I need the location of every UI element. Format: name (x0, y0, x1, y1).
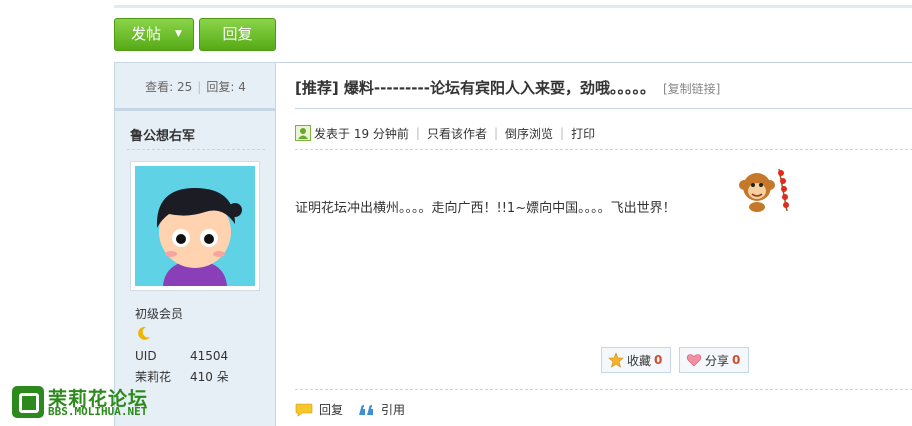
favorite-button[interactable]: 收藏 0 (601, 347, 671, 373)
post-button[interactable]: 发帖 ▼ (114, 18, 194, 51)
top-divider (114, 0, 912, 8)
avatar-image (135, 166, 255, 286)
footer-reply-link[interactable]: 回复 (295, 401, 343, 418)
post-button-label: 发帖 (131, 25, 162, 43)
heart-icon (686, 354, 702, 367)
moon-icon (138, 326, 150, 340)
replies-count: 4 (238, 80, 246, 94)
reverse-order-link[interactable]: 倒序浏览 (505, 125, 553, 142)
site-logo: 茉莉花论坛 BBS.MOLIHUA.NET (12, 384, 162, 420)
star-icon (608, 352, 624, 368)
replies-label: 回复: (206, 80, 235, 94)
logo-domain-text: BBS.MOLIHUA.NET (48, 405, 148, 418)
reply-bubble-icon (295, 403, 313, 417)
views-label: 查看: (145, 80, 174, 94)
post-main: [推荐] 爆料---------论坛有宾阳人入来耍，劲哦。。。。。 [复制链接] … (277, 63, 912, 426)
meta-separator: | (493, 126, 499, 140)
info-row-uid: UID 41504 (135, 349, 228, 363)
thread-title-row: [推荐] 爆料---------论坛有宾阳人入来耍，劲哦。。。。。 [复制链接] (295, 77, 720, 98)
logo-mark (12, 386, 44, 418)
only-author-link[interactable]: 只看该作者 (427, 125, 487, 142)
post-meta: 发表于 19 分钟前 | 只看该作者 | 倒序浏览 | 打印 (295, 125, 595, 141)
share-label: 分享 (705, 353, 730, 368)
post-container: 查看: 25 | 回复: 4 鲁公想右军 初级会员 UID 41504 茉莉花 … (114, 62, 912, 426)
author-divider (127, 149, 265, 150)
posted-time: 发表于 19 分钟前 (314, 126, 409, 141)
favorite-label: 收藏 (627, 353, 652, 368)
meta-divider (295, 149, 912, 150)
favorite-count: 0 (654, 353, 663, 367)
print-link[interactable]: 打印 (571, 125, 595, 142)
info-key: 茉莉花 (135, 370, 172, 384)
avatar[interactable] (130, 161, 260, 291)
meta-separator: | (560, 126, 565, 140)
reply-button[interactable]: 回复 (199, 18, 276, 51)
info-key: UID (135, 349, 157, 363)
thread-title: [推荐] 爆料---------论坛有宾阳人入来耍，劲哦。。。。。 (295, 79, 655, 97)
author-name[interactable]: 鲁公想右军 (130, 125, 195, 144)
monkey-emoticon (739, 168, 789, 212)
author-sidebar: 查看: 25 | 回复: 4 鲁公想右军 初级会员 UID 41504 茉莉花 … (115, 63, 276, 426)
share-button[interactable]: 分享 0 (679, 347, 749, 373)
info-value: 41504 (190, 349, 229, 363)
copy-link-button[interactable]: [复制链接] (663, 82, 720, 96)
quote-link[interactable]: 引用 (357, 401, 405, 418)
member-rank: 初级会员 (135, 307, 184, 321)
footer-divider (295, 389, 912, 390)
info-row-flowers: 茉莉花 410 朵 (135, 368, 229, 385)
views-count: 25 (177, 80, 193, 94)
thread-stats: 查看: 25 | 回复: 4 (115, 63, 276, 111)
title-divider (295, 108, 912, 109)
info-value: 410 朵 (190, 370, 229, 384)
user-icon (295, 125, 311, 141)
stats-separator: | (197, 80, 202, 94)
post-content: 证明花坛冲出横州。。。。走向广西！!!1~嫖向中国。。。。飞出世界！ (295, 201, 676, 216)
quote-label: 引用 (381, 403, 406, 417)
meta-separator: | (415, 126, 420, 140)
post-footer: 回复 引用 (295, 401, 419, 418)
footer-reply-label: 回复 (319, 403, 344, 417)
caret-down-icon: ▼ (175, 29, 182, 39)
quote-icon (359, 404, 374, 415)
share-count: 0 (732, 353, 741, 367)
